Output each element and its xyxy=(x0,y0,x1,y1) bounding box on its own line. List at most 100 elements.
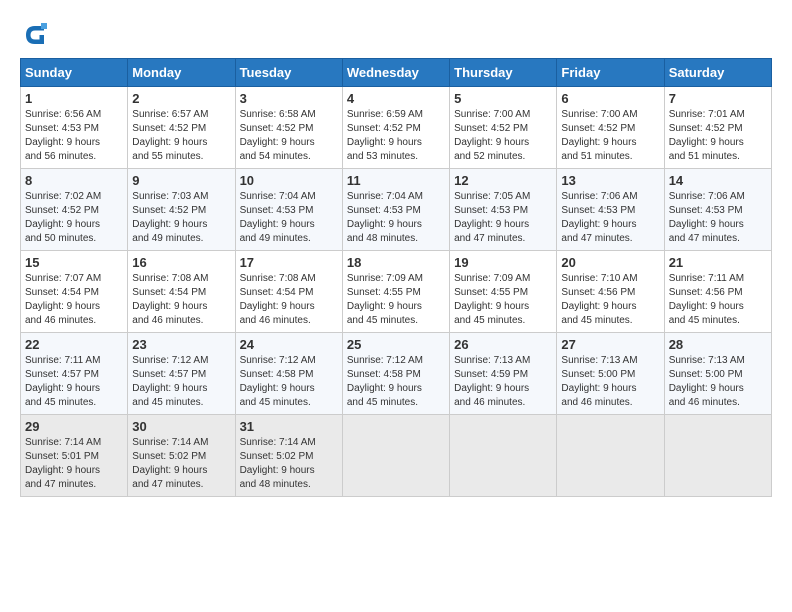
sunset-label: Sunset: 4:59 PM xyxy=(454,369,528,380)
daylight-minutes: and 45 minutes. xyxy=(561,315,632,326)
day-number: 5 xyxy=(454,91,552,106)
daylight-minutes: and 56 minutes. xyxy=(25,151,96,162)
sunrise-label: Sunrise: 7:11 AM xyxy=(25,355,100,366)
day-info: Sunrise: 6:57 AM Sunset: 4:52 PM Dayligh… xyxy=(132,108,230,164)
day-number: 22 xyxy=(25,337,123,352)
day-info: Sunrise: 6:56 AM Sunset: 4:53 PM Dayligh… xyxy=(25,108,123,164)
calendar-week-row: 22 Sunrise: 7:11 AM Sunset: 4:57 PM Dayl… xyxy=(21,333,772,415)
sunset-label: Sunset: 4:58 PM xyxy=(347,369,421,380)
logo xyxy=(20,20,54,50)
day-number: 25 xyxy=(347,337,445,352)
daylight-minutes: and 46 minutes. xyxy=(669,397,740,408)
sunrise-label: Sunrise: 7:02 AM xyxy=(25,191,101,202)
sunrise-label: Sunrise: 7:14 AM xyxy=(132,437,208,448)
sunset-label: Sunset: 4:53 PM xyxy=(347,205,421,216)
day-info: Sunrise: 7:12 AM Sunset: 4:58 PM Dayligh… xyxy=(347,354,445,410)
calendar-cell: 1 Sunrise: 6:56 AM Sunset: 4:53 PM Dayli… xyxy=(21,87,128,169)
sunrise-label: Sunrise: 7:13 AM xyxy=(561,355,637,366)
day-number: 11 xyxy=(347,173,445,188)
calendar-cell: 13 Sunrise: 7:06 AM Sunset: 4:53 PM Dayl… xyxy=(557,169,664,251)
sunset-label: Sunset: 4:52 PM xyxy=(347,123,421,134)
daylight-minutes: and 45 minutes. xyxy=(132,397,203,408)
daylight-label: Daylight: 9 hours xyxy=(454,301,529,312)
day-number: 24 xyxy=(240,337,338,352)
sunset-label: Sunset: 4:52 PM xyxy=(669,123,743,134)
day-info: Sunrise: 7:11 AM Sunset: 4:56 PM Dayligh… xyxy=(669,272,767,328)
day-info: Sunrise: 7:14 AM Sunset: 5:01 PM Dayligh… xyxy=(25,436,123,492)
sunset-label: Sunset: 4:52 PM xyxy=(454,123,528,134)
sunset-label: Sunset: 4:57 PM xyxy=(25,369,99,380)
day-number: 28 xyxy=(669,337,767,352)
sunset-label: Sunset: 4:55 PM xyxy=(347,287,421,298)
day-number: 2 xyxy=(132,91,230,106)
day-number: 18 xyxy=(347,255,445,270)
daylight-minutes: and 53 minutes. xyxy=(347,151,418,162)
day-info: Sunrise: 6:58 AM Sunset: 4:52 PM Dayligh… xyxy=(240,108,338,164)
sunset-label: Sunset: 4:52 PM xyxy=(25,205,99,216)
weekday-saturday: Saturday xyxy=(664,59,771,87)
weekday-tuesday: Tuesday xyxy=(235,59,342,87)
calendar-header: SundayMondayTuesdayWednesdayThursdayFrid… xyxy=(21,59,772,87)
calendar-cell: 6 Sunrise: 7:00 AM Sunset: 4:52 PM Dayli… xyxy=(557,87,664,169)
calendar-cell: 26 Sunrise: 7:13 AM Sunset: 4:59 PM Dayl… xyxy=(450,333,557,415)
daylight-minutes: and 46 minutes. xyxy=(240,315,311,326)
sunset-label: Sunset: 4:57 PM xyxy=(132,369,206,380)
daylight-minutes: and 47 minutes. xyxy=(132,479,203,490)
daylight-minutes: and 47 minutes. xyxy=(25,479,96,490)
daylight-minutes: and 45 minutes. xyxy=(347,397,418,408)
day-info: Sunrise: 7:03 AM Sunset: 4:52 PM Dayligh… xyxy=(132,190,230,246)
sunrise-label: Sunrise: 7:08 AM xyxy=(132,273,208,284)
day-info: Sunrise: 7:13 AM Sunset: 5:00 PM Dayligh… xyxy=(561,354,659,410)
calendar-week-row: 15 Sunrise: 7:07 AM Sunset: 4:54 PM Dayl… xyxy=(21,251,772,333)
weekday-header-row: SundayMondayTuesdayWednesdayThursdayFrid… xyxy=(21,59,772,87)
sunrise-label: Sunrise: 7:13 AM xyxy=(454,355,530,366)
calendar-cell xyxy=(664,415,771,497)
day-number: 16 xyxy=(132,255,230,270)
sunrise-label: Sunrise: 7:00 AM xyxy=(454,109,530,120)
day-info: Sunrise: 7:11 AM Sunset: 4:57 PM Dayligh… xyxy=(25,354,123,410)
sunrise-label: Sunrise: 6:57 AM xyxy=(132,109,208,120)
daylight-minutes: and 48 minutes. xyxy=(347,233,418,244)
daylight-minutes: and 45 minutes. xyxy=(240,397,311,408)
sunset-label: Sunset: 4:52 PM xyxy=(132,123,206,134)
daylight-label: Daylight: 9 hours xyxy=(132,465,207,476)
calendar-week-row: 1 Sunrise: 6:56 AM Sunset: 4:53 PM Dayli… xyxy=(21,87,772,169)
sunrise-label: Sunrise: 6:58 AM xyxy=(240,109,316,120)
day-number: 8 xyxy=(25,173,123,188)
daylight-minutes: and 45 minutes. xyxy=(25,397,96,408)
calendar-cell xyxy=(557,415,664,497)
day-info: Sunrise: 7:01 AM Sunset: 4:52 PM Dayligh… xyxy=(669,108,767,164)
daylight-minutes: and 49 minutes. xyxy=(132,233,203,244)
calendar-cell: 22 Sunrise: 7:11 AM Sunset: 4:57 PM Dayl… xyxy=(21,333,128,415)
sunset-label: Sunset: 4:53 PM xyxy=(669,205,743,216)
sunrise-label: Sunrise: 7:10 AM xyxy=(561,273,637,284)
day-info: Sunrise: 7:08 AM Sunset: 4:54 PM Dayligh… xyxy=(132,272,230,328)
daylight-label: Daylight: 9 hours xyxy=(240,301,315,312)
day-number: 14 xyxy=(669,173,767,188)
sunset-label: Sunset: 4:53 PM xyxy=(561,205,635,216)
sunrise-label: Sunrise: 7:00 AM xyxy=(561,109,637,120)
sunrise-label: Sunrise: 7:13 AM xyxy=(669,355,745,366)
sunset-label: Sunset: 5:02 PM xyxy=(132,451,206,462)
sunrise-label: Sunrise: 7:06 AM xyxy=(561,191,637,202)
calendar-cell: 25 Sunrise: 7:12 AM Sunset: 4:58 PM Dayl… xyxy=(342,333,449,415)
daylight-minutes: and 46 minutes. xyxy=(454,397,525,408)
day-info: Sunrise: 7:08 AM Sunset: 4:54 PM Dayligh… xyxy=(240,272,338,328)
calendar-cell: 19 Sunrise: 7:09 AM Sunset: 4:55 PM Dayl… xyxy=(450,251,557,333)
daylight-minutes: and 46 minutes. xyxy=(25,315,96,326)
sunrise-label: Sunrise: 7:09 AM xyxy=(454,273,530,284)
day-info: Sunrise: 7:00 AM Sunset: 4:52 PM Dayligh… xyxy=(561,108,659,164)
sunset-label: Sunset: 4:54 PM xyxy=(25,287,99,298)
day-info: Sunrise: 7:06 AM Sunset: 4:53 PM Dayligh… xyxy=(669,190,767,246)
sunset-label: Sunset: 4:53 PM xyxy=(454,205,528,216)
daylight-label: Daylight: 9 hours xyxy=(25,383,100,394)
daylight-minutes: and 49 minutes. xyxy=(240,233,311,244)
day-number: 12 xyxy=(454,173,552,188)
calendar-cell: 9 Sunrise: 7:03 AM Sunset: 4:52 PM Dayli… xyxy=(128,169,235,251)
day-number: 29 xyxy=(25,419,123,434)
sunset-label: Sunset: 4:55 PM xyxy=(454,287,528,298)
daylight-label: Daylight: 9 hours xyxy=(454,137,529,148)
day-info: Sunrise: 7:06 AM Sunset: 4:53 PM Dayligh… xyxy=(561,190,659,246)
daylight-minutes: and 46 minutes. xyxy=(132,315,203,326)
daylight-minutes: and 55 minutes. xyxy=(132,151,203,162)
